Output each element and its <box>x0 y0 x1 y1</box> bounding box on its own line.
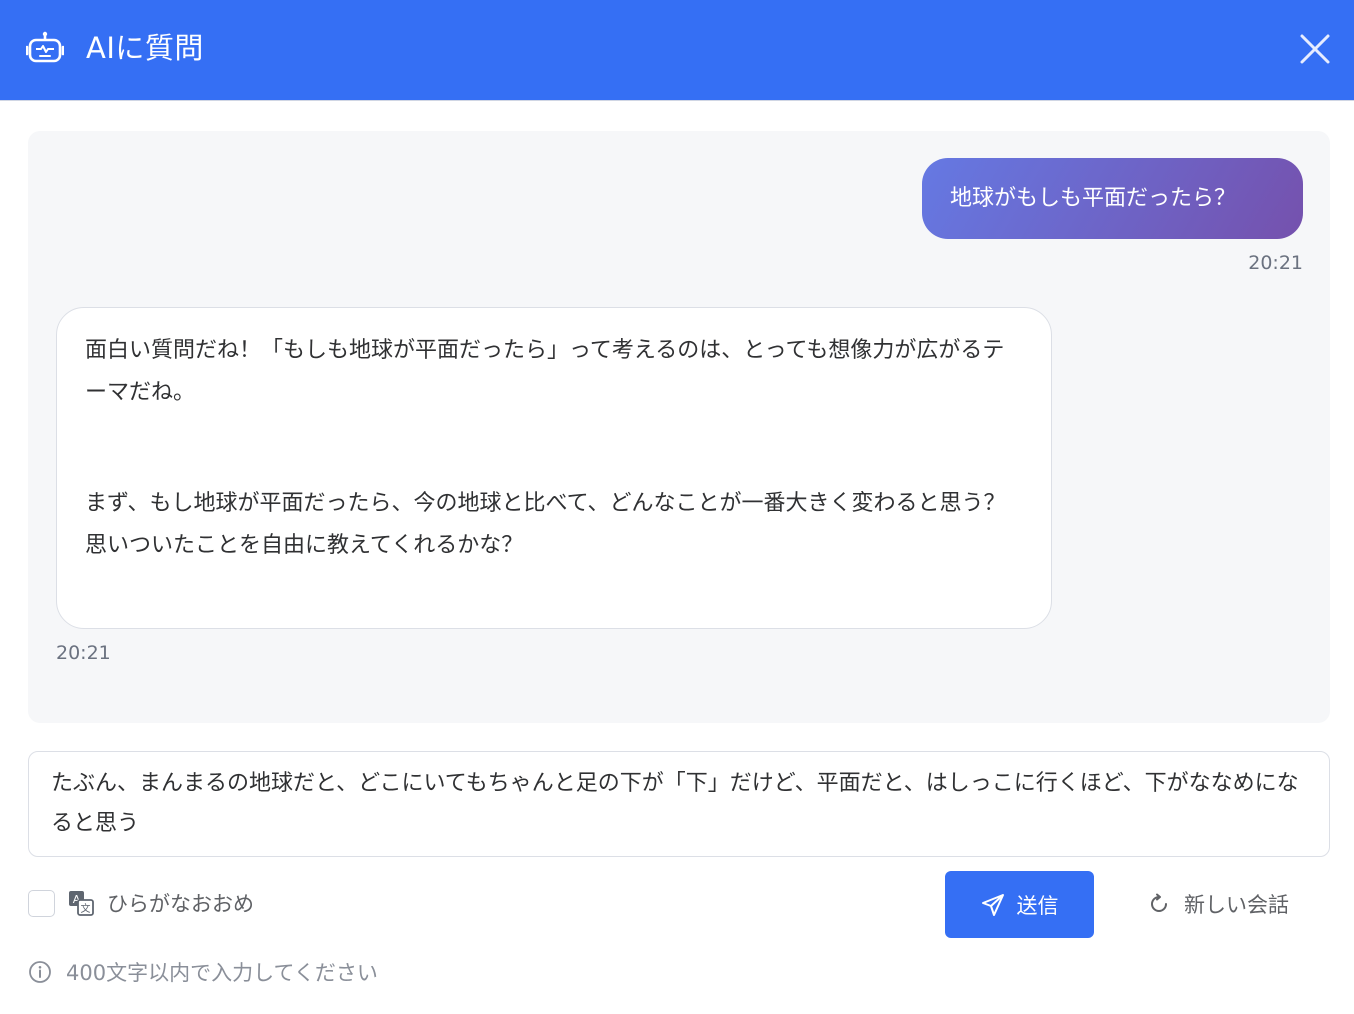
refresh-icon <box>1151 893 1167 912</box>
dialog-title: AIに質問 <box>86 31 204 65</box>
user-message: 地球がもしも平面だったら？ <box>922 158 1303 239</box>
question-input[interactable]: たぶん、まんまるの地球だと、どこにいてもちゃんと足の下が「下」だけど、平面だと、… <box>28 751 1330 857</box>
svg-text:文: 文 <box>81 902 91 915</box>
ai-message: 面白い質問だね！「もしも地球が平面だったら」って考えるのは、とっても想像力が広が… <box>56 307 1052 629</box>
send-button[interactable]: 送信 <box>945 871 1094 938</box>
translate-icon: A 文 <box>69 891 94 916</box>
hiragana-checkbox[interactable] <box>28 889 55 917</box>
send-icon <box>981 893 1004 916</box>
input-limit-hint-text: 400文字以内で入力してください <box>66 961 378 985</box>
hiragana-option: A 文 ひらがなおおめ <box>28 888 254 918</box>
ai-message-time: 20:21 <box>56 642 111 664</box>
send-button-label: 送信 <box>1016 893 1059 918</box>
new-conversation-label: 新しい会話 <box>1184 893 1289 917</box>
close-icon[interactable] <box>1298 32 1332 66</box>
ai-message-paragraph: まず、もし地球が平面だったら、今の地球と比べて、どんなことが一番大きく変わると思… <box>85 491 1006 558</box>
robot-icon <box>26 31 64 63</box>
user-message-time: 20:21 <box>1248 252 1303 274</box>
ai-message-paragraph: 面白い質問だね！「もしも地球が平面だったら」って考えるのは、とっても想像力が広が… <box>85 338 1005 405</box>
chat-area[interactable]: 地球がもしも平面だったら？ 20:21 面白い質問だね！「もしも地球が平面だった… <box>28 131 1330 723</box>
hiragana-option-label: ひらがなおおめ <box>107 892 254 916</box>
dialog-header: AIに質問 <box>0 0 1354 101</box>
info-icon <box>29 961 51 983</box>
new-conversation-button[interactable]: 新しい会話 <box>1148 889 1289 919</box>
input-limit-hint: 400文字以内で入力してください <box>28 957 378 987</box>
